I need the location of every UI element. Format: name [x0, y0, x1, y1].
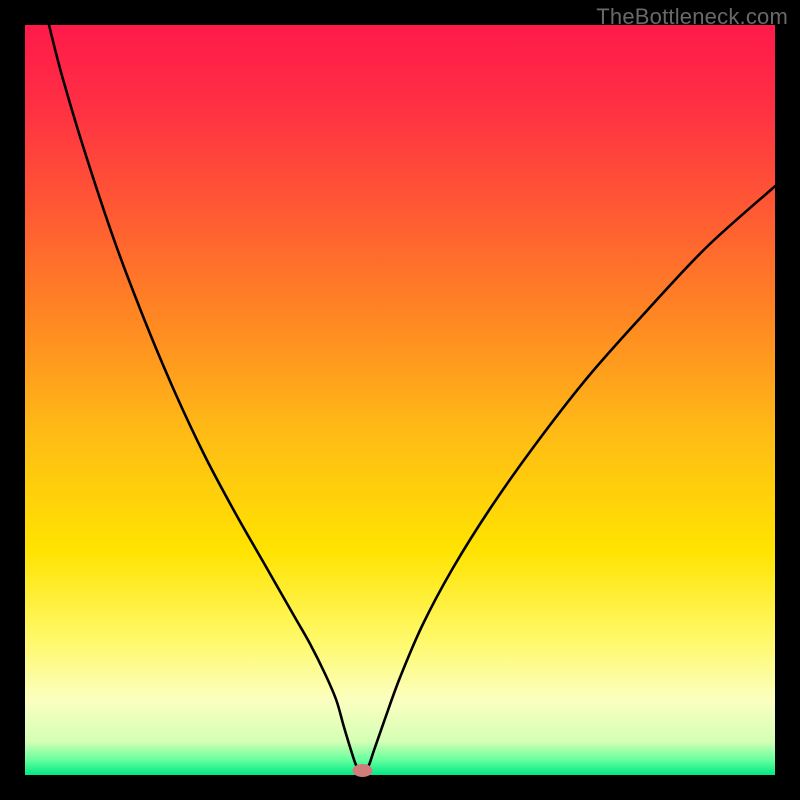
bottleneck-chart: [0, 0, 800, 800]
watermark-text: TheBottleneck.com: [596, 4, 788, 30]
minimum-marker: [353, 764, 373, 777]
plot-area-gradient: [25, 25, 775, 775]
chart-root: TheBottleneck.com: [0, 0, 800, 800]
